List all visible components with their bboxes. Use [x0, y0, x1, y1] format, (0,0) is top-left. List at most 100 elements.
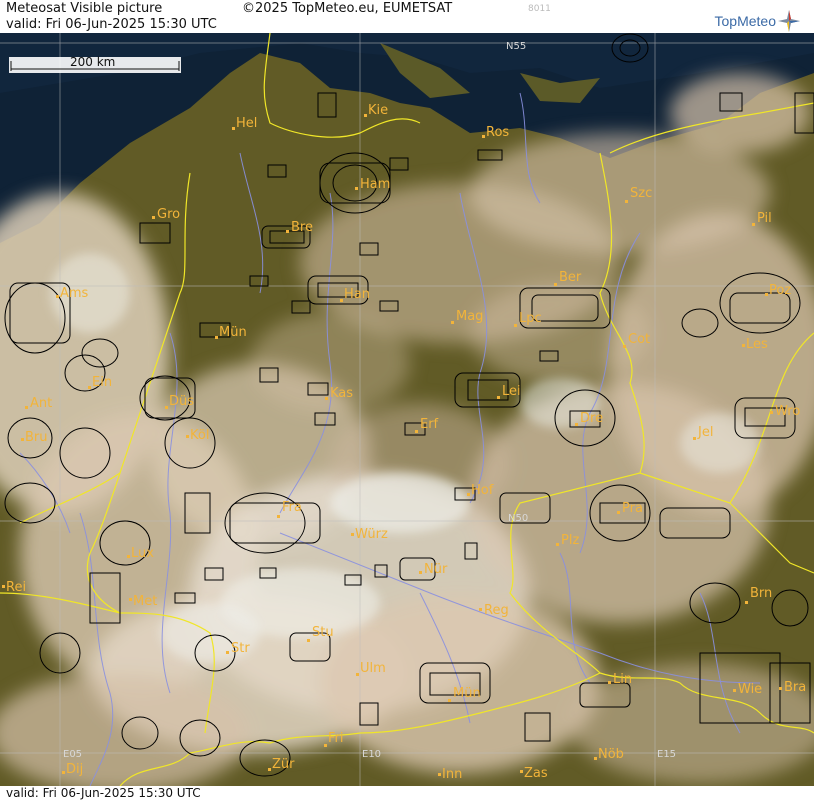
city-ant: Ant — [25, 396, 52, 411]
header-bar: Meteosat Visible picture valid: Fri 06-J… — [0, 0, 814, 33]
svg-text:Str: Str — [231, 641, 250, 656]
svg-text:Erf: Erf — [420, 417, 439, 432]
city-les: Les — [742, 337, 768, 352]
city-ham: Ham — [355, 177, 390, 192]
city-kas: Kas — [325, 386, 353, 401]
city-han: Han — [340, 287, 370, 302]
city-hof: Hof — [467, 483, 494, 498]
svg-text:Cot: Cot — [628, 332, 650, 347]
city-ros: Ros — [482, 125, 509, 140]
svg-text:Brn: Brn — [750, 586, 772, 601]
svg-text:Pil: Pil — [757, 211, 772, 226]
footer-valid-time: valid: Fri 06-Jun-2025 15:30 UTC — [6, 786, 201, 800]
svg-text:Ham: Ham — [360, 177, 390, 192]
copyright-notice: ©2025 TopMeteo.eu, EUMETSAT — [242, 1, 453, 16]
svg-text:Gro: Gro — [157, 207, 180, 222]
svg-text:Lpc: Lpc — [519, 311, 542, 326]
grid-label-n50: N50 — [508, 513, 528, 524]
svg-text:Stu: Stu — [312, 625, 334, 640]
city-wie: Wie — [733, 682, 762, 697]
city-gro: Gro — [152, 207, 180, 222]
city-zas: Zas — [520, 766, 548, 781]
city-bre: Bre — [286, 220, 313, 235]
svg-text:Ant: Ant — [30, 396, 52, 411]
svg-text:Ams: Ams — [60, 286, 89, 301]
svg-text:Zür: Zür — [272, 757, 295, 772]
svg-text:Hel: Hel — [236, 116, 257, 131]
city-mun-south: Mün — [448, 686, 481, 702]
city-dre: Dre — [575, 411, 603, 426]
brand-logo: TopMeteo — [715, 10, 800, 32]
svg-text:Les: Les — [746, 337, 768, 352]
footer-bar: valid: Fri 06-Jun-2025 15:30 UTC — [0, 786, 814, 801]
grid-label-n55: N55 — [506, 41, 526, 52]
svg-text:Bra: Bra — [784, 680, 806, 695]
svg-text:Hof: Hof — [471, 483, 494, 498]
svg-text:Dij: Dij — [66, 762, 83, 777]
image-code: 8011 — [528, 4, 551, 14]
svg-text:Köl: Köl — [190, 428, 209, 443]
city-hel: Hel — [232, 116, 257, 131]
city-reg: Reg — [479, 603, 509, 618]
city-mag: Mag — [451, 309, 483, 324]
city-kol: Köl — [186, 428, 209, 443]
city-szc: Szc — [625, 186, 652, 203]
svg-text:Ber: Ber — [559, 270, 582, 285]
svg-text:Ulm: Ulm — [360, 661, 386, 676]
city-poz: Poz — [765, 283, 791, 298]
brand-name: TopMeteo — [714, 13, 776, 29]
compass-star-icon — [778, 10, 800, 32]
city-bra: Bra — [779, 680, 806, 695]
svg-text:Plz: Plz — [561, 533, 579, 548]
svg-text:Zas: Zas — [524, 766, 548, 781]
valid-time: valid: Fri 06-Jun-2025 15:30 UTC — [6, 17, 217, 32]
scale-label: 200 km — [70, 55, 115, 69]
svg-text:Szc: Szc — [630, 186, 652, 201]
svg-text:Mag: Mag — [456, 309, 483, 324]
svg-text:Dre: Dre — [580, 411, 603, 426]
city-lux: Lux — [127, 546, 154, 561]
svg-text:Kas: Kas — [330, 386, 353, 401]
svg-text:Met: Met — [133, 594, 157, 609]
city-lpc: Lpc — [514, 311, 542, 327]
scale-bar: 200 km — [9, 55, 181, 73]
svg-text:Fri: Fri — [328, 731, 344, 746]
svg-text:Wro: Wro — [775, 404, 800, 419]
city-wurz: Würz — [351, 527, 388, 542]
svg-text:Lei: Lei — [502, 384, 521, 399]
city-bru: Bru — [21, 430, 48, 445]
grid-label-e10: E10 — [362, 749, 381, 760]
svg-text:Bre: Bre — [291, 220, 313, 235]
svg-text:Inn: Inn — [442, 767, 462, 782]
city-cot: Cot — [623, 332, 650, 348]
city-zur: Zür — [268, 757, 295, 772]
grid-label-e05: E05 — [63, 749, 82, 760]
svg-text:Ein: Ein — [92, 375, 112, 390]
svg-text:Wie: Wie — [738, 682, 762, 697]
svg-text:Rei: Rei — [6, 580, 26, 595]
svg-text:Mün: Mün — [453, 686, 481, 701]
city-dus: Düs — [165, 394, 194, 409]
svg-text:Würz: Würz — [355, 527, 388, 542]
satellite-viewer: Meteosat Visible picture valid: Fri 06-J… — [0, 0, 814, 801]
city-nur: Nür — [419, 562, 448, 577]
svg-text:Nöb: Nöb — [598, 747, 624, 762]
city-ber: Ber — [554, 270, 582, 286]
svg-text:Lin: Lin — [613, 672, 632, 687]
city-met: Met — [129, 594, 157, 609]
city-wro: Wro — [770, 404, 800, 419]
svg-text:Pra: Pra — [622, 501, 643, 516]
svg-text:Poz: Poz — [769, 283, 791, 298]
city-nob: Nöb — [594, 747, 624, 762]
svg-text:Kie: Kie — [368, 103, 388, 118]
svg-text:Bru: Bru — [25, 430, 48, 445]
svg-text:Düs: Düs — [169, 394, 194, 409]
svg-text:Ros: Ros — [486, 125, 509, 140]
city-ams: Ams — [56, 286, 89, 301]
city-inn: Inn — [438, 767, 462, 782]
svg-text:Fra: Fra — [282, 500, 302, 515]
city-kie: Kie — [364, 103, 388, 118]
grid-label-e15: E15 — [657, 749, 676, 760]
city-dij: Dij — [62, 762, 83, 777]
image-title: Meteosat Visible picture — [6, 1, 163, 16]
